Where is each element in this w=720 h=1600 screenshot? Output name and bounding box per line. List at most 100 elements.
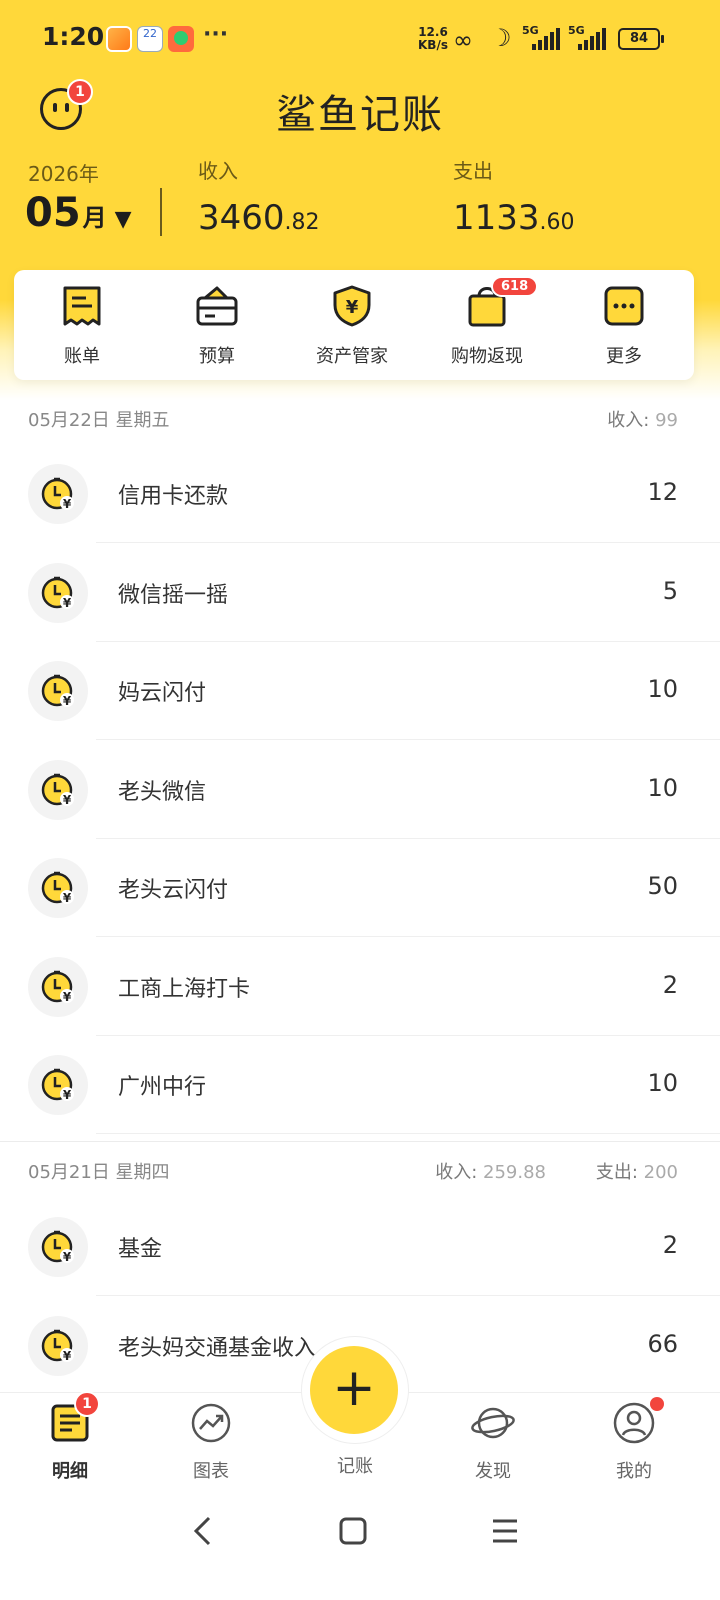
pending-clock-yen-icon: ¥ xyxy=(28,562,88,623)
svg-text:¥: ¥ xyxy=(346,297,359,318)
transaction-amount: 10 xyxy=(647,1069,678,1097)
month-unit: 月 xyxy=(82,204,107,232)
wallet-icon xyxy=(195,284,239,328)
home-icon[interactable] xyxy=(338,1514,368,1557)
planet-icon xyxy=(471,1401,515,1445)
day-income-label: 收入: xyxy=(435,1162,478,1183)
day-income-summary: 收入: 259.88 xyxy=(435,1158,546,1184)
row-divider xyxy=(96,1133,720,1134)
transaction-row[interactable]: ¥ 微信摇一摇 5 xyxy=(0,543,720,642)
cashback-badge: 618 xyxy=(491,276,539,297)
svg-text:¥: ¥ xyxy=(63,1349,72,1363)
transaction-name: 微信摇一摇 xyxy=(118,582,229,608)
svg-text:¥: ¥ xyxy=(63,990,72,1004)
svg-text:¥: ¥ xyxy=(63,891,72,905)
transaction-amount: 10 xyxy=(647,773,678,802)
pending-clock-yen-icon: ¥ xyxy=(28,1055,88,1115)
transaction-name: 老头妈交通基金收入 xyxy=(118,1335,317,1361)
calendar-icon: 22 xyxy=(137,26,163,52)
transaction-amount: 66 xyxy=(647,1329,678,1358)
expense-integer: 1133 xyxy=(453,198,540,238)
sim1-signal-icon: 5G xyxy=(522,24,566,50)
nav-charts-label: 图表 xyxy=(193,1461,229,1482)
network-speed: 12.6 KB/s xyxy=(418,26,448,52)
day-header: 05月22日 星期五 收入: 99 xyxy=(0,398,720,438)
pending-clock-yen-icon: ¥ xyxy=(28,956,88,1017)
caret-down-icon: ▼ xyxy=(114,207,132,232)
transaction-name: 信用卡还款 xyxy=(118,484,229,509)
day-expense-value: 200 xyxy=(643,1162,678,1183)
quick-budget-label: 预算 xyxy=(199,346,235,367)
svg-text:¥: ¥ xyxy=(63,497,72,511)
transaction-row[interactable]: ¥ 老头微信 10 xyxy=(0,740,720,839)
nav-details-badge: 1 xyxy=(74,1391,100,1417)
quick-cashback-label: 购物返现 xyxy=(451,346,523,367)
nav-discover-label: 发现 xyxy=(475,1461,511,1482)
nav-charts-tab[interactable]: 图表 xyxy=(161,1401,261,1483)
quick-more-button[interactable]: 更多 xyxy=(564,284,684,368)
section-divider xyxy=(0,1141,720,1142)
status-time: 1:20 xyxy=(42,22,105,51)
transaction-row[interactable]: ¥ 基金 2 xyxy=(0,1197,720,1296)
chart-icon xyxy=(189,1401,233,1445)
month-selector[interactable]: 05 月 ▼ xyxy=(25,190,132,236)
quick-more-label: 更多 xyxy=(606,346,642,367)
transaction-amount: 2 xyxy=(662,1231,678,1259)
day-expense-label: 支出: xyxy=(595,1162,638,1183)
list-icon: 1 xyxy=(48,1391,100,1445)
nav-details-tab[interactable]: 1 明细 xyxy=(20,1391,120,1483)
pending-clock-yen-icon: ¥ xyxy=(28,759,88,820)
transaction-name: 老头微信 xyxy=(118,779,207,805)
day-income-summary: 收入: 99 xyxy=(607,406,678,432)
expense-total: 1133.60 xyxy=(453,198,575,238)
income-integer: 3460 xyxy=(198,198,285,238)
sim2-signal-icon: 5G xyxy=(568,24,612,50)
transaction-name: 基金 xyxy=(118,1237,163,1262)
month-number: 05 xyxy=(25,190,81,236)
shield-yen-icon: ¥ xyxy=(330,284,374,328)
pending-clock-yen-icon: ¥ xyxy=(28,464,88,524)
day-header: 05月21日 星期四 收入: 259.88 支出: 200 xyxy=(0,1150,720,1190)
quick-assets-label: 资产管家 xyxy=(316,346,388,367)
day-date: 05月21日 星期四 xyxy=(28,1162,170,1183)
quick-cashback-button[interactable]: 618 购物返现 xyxy=(427,276,547,368)
income-decimal: .82 xyxy=(284,210,320,235)
day-income-value: 99 xyxy=(655,410,678,431)
transaction-amount: 2 xyxy=(662,970,678,999)
transaction-row[interactable]: ¥ 工商上海打卡 2 xyxy=(0,937,720,1036)
summary-divider xyxy=(160,188,162,236)
income-label: 收入 xyxy=(198,159,238,183)
transaction-name: 广州中行 xyxy=(118,1075,207,1100)
plus-icon: + xyxy=(332,1358,376,1418)
nav-profile-label: 我的 xyxy=(616,1461,652,1482)
nav-discover-tab[interactable]: 发现 xyxy=(443,1401,543,1483)
pending-clock-yen-icon: ¥ xyxy=(28,1315,88,1376)
transaction-row[interactable]: ¥ 信用卡还款 12 xyxy=(0,444,720,543)
add-entry-button[interactable]: + xyxy=(310,1346,398,1434)
shopping-bag-icon: 618 xyxy=(465,276,539,328)
status-bar: 1:20 22 ··· 12.6 KB/s ∞ ☽ 5G 5G 84 xyxy=(0,0,720,78)
day-date: 05月22日 星期五 xyxy=(28,410,170,431)
nav-details-label: 明细 xyxy=(52,1461,88,1482)
back-icon[interactable] xyxy=(190,1514,214,1557)
transaction-name: 老头云闪付 xyxy=(118,878,229,903)
transaction-row[interactable]: ¥ 老头云闪付 50 xyxy=(0,838,720,937)
day-expense-summary: 支出: 200 xyxy=(596,1158,678,1184)
transaction-row[interactable]: ¥ 妈云闪付 10 xyxy=(0,641,720,740)
expense-decimal: .60 xyxy=(539,210,575,235)
svg-text:¥: ¥ xyxy=(63,1088,72,1102)
transaction-name: 工商上海打卡 xyxy=(118,976,251,1002)
nav-profile-tab[interactable]: 我的 xyxy=(584,1397,684,1483)
quick-budget-button[interactable]: 预算 xyxy=(157,284,277,368)
quick-bill-button[interactable]: 账单 xyxy=(22,284,142,368)
video-app-icon xyxy=(168,26,194,52)
recent-apps-icon[interactable] xyxy=(490,1514,520,1557)
day-income-label: 收入: xyxy=(607,410,650,431)
income-total: 3460.82 xyxy=(198,198,320,238)
transaction-row[interactable]: ¥ 广州中行 10 xyxy=(0,1035,720,1134)
quick-assets-button[interactable]: ¥ 资产管家 xyxy=(292,284,412,368)
hotspot-link-icon: ∞ xyxy=(453,26,473,54)
profile-icon xyxy=(612,1397,664,1445)
notification-app-icon xyxy=(106,26,132,52)
pending-clock-yen-icon: ¥ xyxy=(28,858,88,918)
